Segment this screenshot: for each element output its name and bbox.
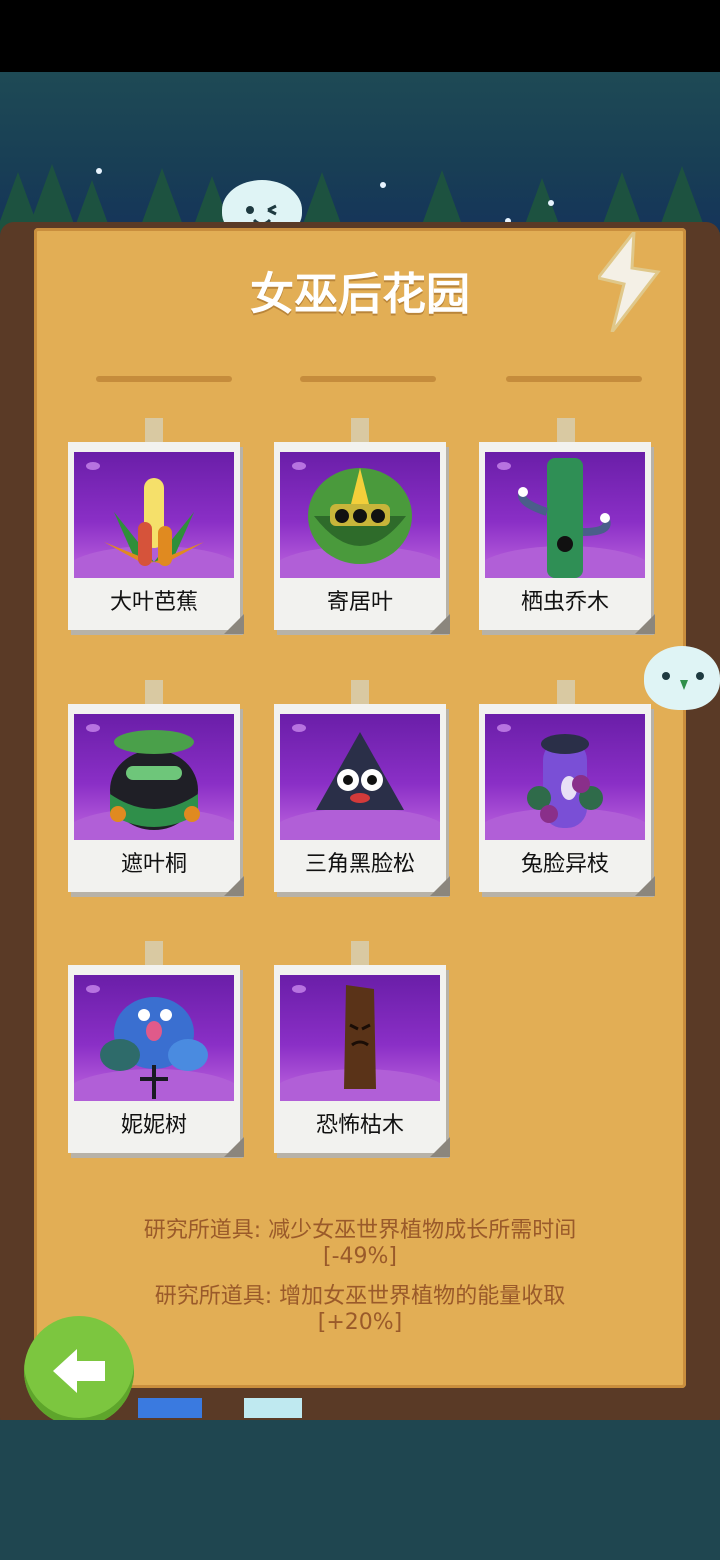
plant-card-banana[interactable]: 大叶芭蕉	[68, 442, 244, 634]
plant-card-rabbit-branch[interactable]: 兔脸异枝	[479, 704, 655, 896]
plant-image	[74, 452, 234, 578]
research-bonus-time-value: [-49%]	[322, 1244, 397, 1269]
decor-chip	[138, 1398, 202, 1418]
status-bar	[0, 0, 720, 72]
plant-image	[485, 714, 645, 840]
plant-image	[74, 714, 234, 840]
shelf-line	[506, 376, 642, 382]
plant-card-shade-tung[interactable]: 遮叶桐	[68, 704, 244, 896]
plant-image	[74, 975, 234, 1101]
plant-card-nini-tree[interactable]: 妮妮树	[68, 965, 244, 1157]
plant-name: 寄居叶	[326, 590, 393, 615]
arrow-left-icon	[53, 1349, 105, 1393]
plant-name: 兔脸异枝	[520, 852, 609, 877]
spirit-creature-side	[644, 646, 720, 710]
shelf-line	[300, 376, 436, 382]
plant-image	[485, 452, 645, 578]
back-button[interactable]	[24, 1316, 134, 1426]
research-bonus-time-label: 研究所道具: 减少女巫世界植物成长所需时间	[143, 1218, 577, 1243]
plant-name: 三角黑脸松	[304, 852, 415, 877]
research-bonus-energy-label: 研究所道具: 增加女巫世界植物的能量收取	[154, 1284, 566, 1309]
plant-card-scary-deadwood[interactable]: 恐怖枯木	[274, 965, 450, 1157]
lightning-bolt-icon	[598, 232, 661, 332]
decor-chip	[244, 1398, 302, 1418]
plant-name: 栖虫乔木	[520, 590, 609, 615]
plant-image	[280, 714, 440, 840]
night-forest-background	[0, 72, 720, 232]
shelf-line	[96, 376, 232, 382]
plant-name: 恐怖枯木	[315, 1113, 404, 1138]
plant-image	[280, 975, 440, 1101]
plant-card-bug-tree[interactable]: 栖虫乔木	[479, 442, 655, 634]
plant-name: 妮妮树	[120, 1113, 187, 1138]
plant-card-triangle-pine[interactable]: 三角黑脸松	[274, 704, 450, 896]
plant-name: 大叶芭蕉	[109, 590, 198, 615]
plant-image	[280, 452, 440, 578]
bottom-ground	[0, 1420, 720, 1560]
plant-name: 遮叶桐	[120, 852, 187, 877]
plant-card-hermit-leaf[interactable]: 寄居叶	[274, 442, 450, 634]
